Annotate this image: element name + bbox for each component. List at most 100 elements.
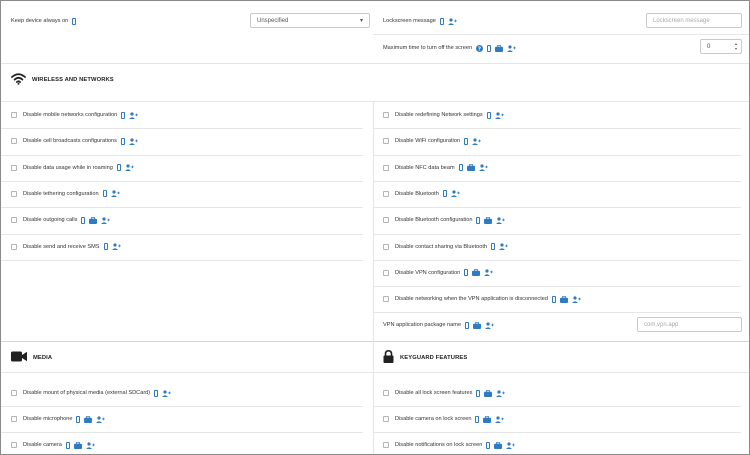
user-icon — [447, 17, 457, 25]
policy-checkbox[interactable] — [383, 190, 389, 197]
policy-checkbox[interactable] — [383, 416, 389, 422]
phone-icon — [103, 243, 108, 250]
policy-row: Disable redefining Network settings — [383, 109, 504, 121]
policy-checkbox[interactable] — [383, 112, 389, 118]
briefcase-icon — [466, 164, 475, 172]
phone-icon — [486, 111, 491, 119]
policy-row: Disable outgoing calls — [11, 214, 111, 226]
policy-row: Disable mobile networks configuration — [11, 109, 139, 121]
policy-checkbox[interactable] — [11, 190, 17, 197]
phone-icon — [486, 441, 491, 449]
user-icon — [471, 138, 481, 145]
user-icon — [85, 441, 95, 449]
divider — [373, 406, 741, 407]
phone-icon — [442, 190, 447, 198]
policy-checkbox[interactable] — [11, 112, 17, 118]
phone-icon — [154, 389, 159, 397]
policy-checkbox[interactable] — [11, 217, 17, 224]
phone-icon — [476, 389, 481, 397]
divider — [1, 101, 749, 102]
help-icon[interactable]: ? — [476, 44, 484, 52]
policy-checkbox[interactable] — [11, 164, 17, 171]
policy-row: Disable WiFi configuration — [383, 135, 481, 147]
lock-icon — [383, 349, 394, 365]
policy-checkbox[interactable] — [383, 138, 389, 145]
column-divider — [373, 101, 374, 341]
max-time-stepper[interactable]: 0 ▴ ▾ — [700, 39, 742, 54]
media-section-header: MEDIA — [11, 351, 52, 364]
user-icon — [485, 321, 494, 329]
divider — [373, 432, 741, 433]
svg-text:?: ? — [478, 46, 481, 51]
user-icon — [571, 295, 581, 303]
max-time-value: 0 — [707, 43, 711, 50]
policy-checkbox[interactable] — [11, 243, 17, 250]
policy-checkbox[interactable] — [383, 164, 389, 171]
divider — [373, 286, 741, 288]
lockscreen-message-label: Lockscreen message — [383, 18, 436, 24]
policy-row: Disable camera on lock screen — [383, 413, 505, 425]
policy-label: Disable send and receive SMS — [23, 243, 100, 250]
policy-label: Disable tethering configuration — [23, 190, 99, 197]
policy-checkbox[interactable] — [11, 390, 17, 396]
briefcase-icon — [84, 415, 93, 423]
user-icon — [128, 138, 138, 145]
divider — [373, 207, 741, 209]
user-icon — [162, 389, 171, 397]
wireless-section-title: WIRELESS AND NETWORKS — [32, 77, 114, 83]
divider — [1, 207, 363, 209]
user-icon — [499, 243, 508, 250]
user-icon — [111, 243, 121, 250]
phone-icon — [76, 415, 81, 423]
lockscreen-message-placeholder: Lockscreen message — [653, 17, 710, 24]
divider — [373, 312, 741, 314]
divider — [1, 180, 363, 182]
policy-checkbox[interactable] — [383, 390, 389, 396]
divider — [1, 372, 749, 373]
keep-device-on-select[interactable]: Unspecified ▾ — [250, 13, 370, 28]
policy-checkbox[interactable] — [383, 442, 389, 448]
briefcase-icon — [559, 295, 568, 303]
policy-row: Disable camera — [11, 439, 95, 451]
phone-icon — [102, 190, 107, 198]
stepper-arrows-icon[interactable]: ▴ ▾ — [735, 41, 737, 51]
policy-checkbox[interactable] — [11, 442, 17, 448]
column-divider — [373, 341, 374, 454]
chevron-down-icon: ▾ — [359, 18, 363, 24]
policy-label: Disable Bluetooth — [395, 190, 439, 197]
divider — [373, 154, 741, 156]
divider — [373, 128, 741, 130]
vpn-package-input[interactable]: com.vpn.app — [637, 317, 742, 332]
policy-label: Disable outgoing calls — [23, 217, 78, 224]
user-icon — [101, 217, 111, 224]
policy-label: Disable mobile networks configuration — [23, 112, 118, 118]
lockscreen-message-input[interactable]: Lockscreen message — [646, 13, 742, 28]
phone-icon — [487, 44, 492, 52]
policy-row: Disable mount of physical media (externa… — [11, 387, 171, 399]
policy-row: Disable notifications on lock screen — [383, 439, 516, 451]
policy-checkbox[interactable] — [11, 416, 17, 422]
policy-label: Disable camera on lock screen — [395, 416, 472, 422]
divider — [1, 128, 363, 130]
divider — [373, 180, 741, 182]
divider — [1, 233, 363, 235]
user-icon — [494, 111, 504, 119]
user-icon — [506, 441, 516, 449]
user-icon — [96, 415, 106, 423]
phone-icon — [116, 164, 121, 172]
policy-row: Disable networking when the VPN applicat… — [383, 293, 581, 305]
policy-label: Disable Bluetooth configuration — [395, 217, 473, 224]
divider — [1, 406, 363, 407]
policy-checkbox[interactable] — [383, 243, 389, 250]
policy-checkbox[interactable] — [383, 296, 389, 303]
user-icon — [129, 111, 139, 119]
policy-row: Disable Bluetooth — [383, 188, 460, 200]
keep-device-on-row: Keep device always on — [11, 15, 77, 27]
divider — [1, 259, 363, 261]
briefcase-icon — [73, 441, 82, 449]
policy-checkbox[interactable] — [383, 217, 389, 224]
policy-checkbox[interactable] — [383, 269, 389, 276]
user-icon — [484, 269, 494, 277]
policy-row: Disable Bluetooth configuration — [383, 214, 506, 226]
policy-checkbox[interactable] — [11, 138, 17, 145]
